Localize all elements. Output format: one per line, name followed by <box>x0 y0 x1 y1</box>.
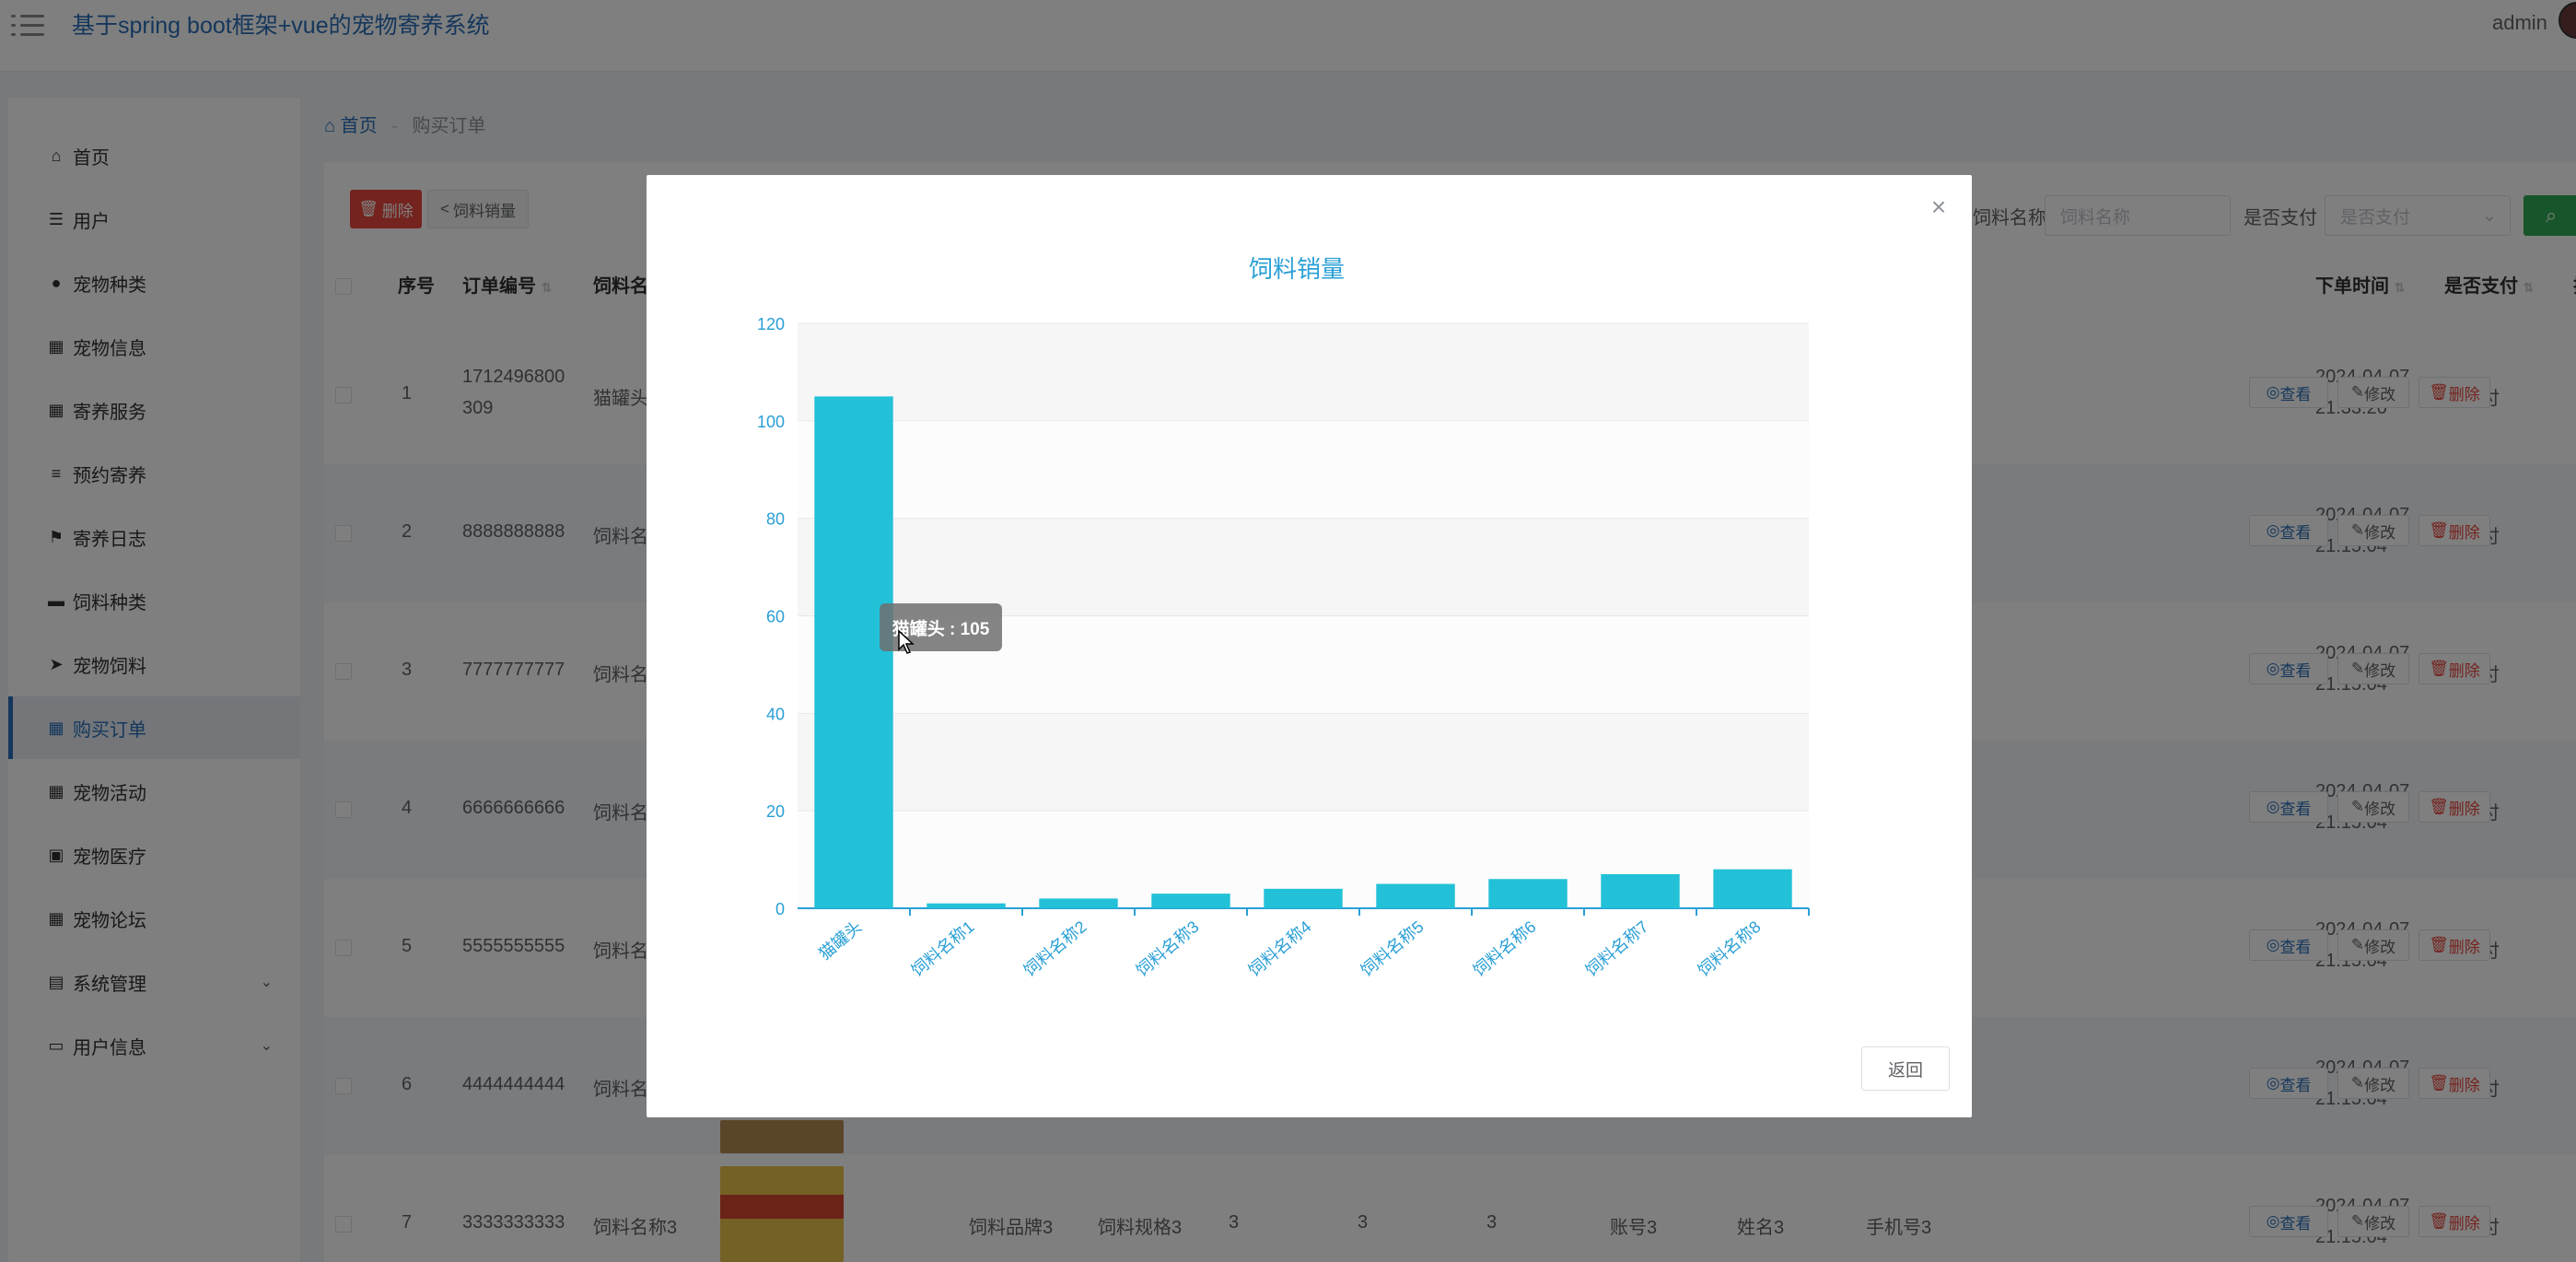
bar-8 <box>1713 869 1792 908</box>
x-tick-label: 饲料名称7 <box>1582 917 1652 980</box>
grid-band <box>798 420 1809 519</box>
grid-band <box>798 713 1809 812</box>
y-tick-label: 0 <box>775 900 785 918</box>
y-tick-label: 120 <box>757 315 785 333</box>
grid-band <box>798 518 1809 616</box>
x-tick-label: 饲料名称2 <box>1020 917 1090 980</box>
bar-0 <box>814 396 893 908</box>
y-tick-label: 100 <box>757 413 785 431</box>
bar-chart: 0 20 40 60 80 100 120 猫罐头 饲料名称1 饲料名称2 饲料名称3 饲料名称4 饲料… <box>757 315 1810 980</box>
x-tick-label: 饲料名称4 <box>1245 917 1315 980</box>
bar-4 <box>1264 888 1343 908</box>
y-tick-label: 40 <box>766 705 785 723</box>
bar-7 <box>1601 873 1680 908</box>
x-tick-label: 饲料名称1 <box>908 917 978 980</box>
x-tick-label: 猫罐头 <box>815 917 865 964</box>
x-tick-label: 饲料名称6 <box>1470 917 1540 980</box>
bar-5 <box>1376 883 1455 908</box>
return-button[interactable]: 返回 <box>1861 1046 1950 1091</box>
grid-band <box>798 323 1809 421</box>
x-tick-label: 饲料名称5 <box>1358 917 1428 980</box>
y-tick-label: 60 <box>766 608 785 626</box>
bar-2 <box>1039 898 1118 908</box>
sales-chart-dialog: × 饲料销量 0 20 40 60 80 100 120 猫罐头 饲料名称1 饲料名称2 饲料名称3… <box>647 175 1972 1117</box>
y-tick-label: 20 <box>766 802 785 821</box>
bar-1 <box>927 903 1006 908</box>
bar-3 <box>1151 894 1230 908</box>
bar-6 <box>1488 879 1568 908</box>
mouse-cursor-icon <box>898 629 915 654</box>
y-tick-label: 80 <box>766 510 785 529</box>
x-tick-label: 饲料名称8 <box>1695 917 1765 980</box>
x-tick-label: 饲料名称3 <box>1133 917 1203 980</box>
